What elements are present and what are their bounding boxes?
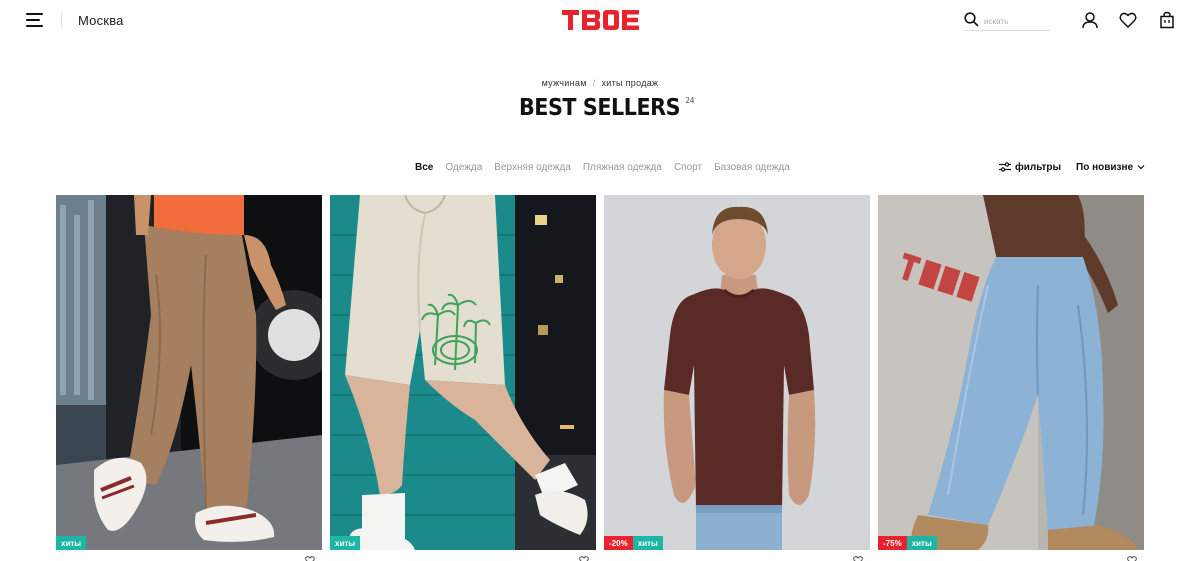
filters-button[interactable]: фильтры [999, 162, 1061, 173]
hit-badge: хиты [906, 536, 937, 550]
user-icon[interactable] [1081, 11, 1099, 29]
favorite-icon[interactable] [853, 556, 863, 561]
heart-icon[interactable] [1119, 11, 1137, 29]
page-heading: BEST SELLERS 24 [0, 95, 1200, 121]
product-card[interactable]: хиты [330, 195, 596, 550]
badge-group: -20% хиты [604, 536, 663, 550]
product-card[interactable]: -75% хиты [878, 195, 1144, 550]
product-image [56, 195, 322, 550]
site-header: Москва [0, 0, 1200, 44]
sort-dropdown[interactable]: По новизне [1076, 162, 1145, 173]
page-title: BEST SELLERS 24 [519, 95, 695, 121]
filters-label: фильтры [1015, 162, 1062, 173]
tab-basics[interactable]: Базовая одежда [714, 162, 790, 176]
tab-outerwear[interactable]: Верхняя одежда [494, 162, 571, 176]
tab-clothing[interactable]: Одежда [445, 162, 482, 176]
discount-badge: -75% [878, 536, 907, 550]
badge-group: хиты [330, 536, 361, 550]
product-card[interactable]: -20% хиты [604, 195, 870, 550]
tab-sport[interactable]: Спорт [674, 162, 702, 176]
breadcrumb: мужчинам / хиты продаж [0, 78, 1200, 88]
badge-group: хиты [56, 536, 87, 550]
favorite-icon[interactable] [579, 556, 589, 561]
product-image [878, 195, 1144, 550]
sliders-icon [999, 162, 1011, 172]
tab-all[interactable]: Все [415, 162, 433, 176]
hit-badge: хиты [330, 536, 361, 550]
search-input[interactable] [984, 14, 1048, 28]
search-box[interactable] [964, 12, 1050, 31]
product-card[interactable]: хиты [56, 195, 322, 550]
favorite-icon[interactable] [1127, 556, 1137, 561]
discount-badge: -20% [604, 536, 633, 550]
breadcrumb-separator: / [592, 78, 596, 88]
breadcrumb-item-bestsellers[interactable]: хиты продаж [602, 78, 659, 88]
chevron-down-icon [1137, 165, 1145, 170]
product-count: 24 [685, 96, 695, 105]
menu-icon[interactable] [26, 13, 43, 27]
header-divider [61, 13, 62, 27]
city-selector[interactable]: Москва [78, 13, 124, 28]
tab-beachwear[interactable]: Пляжная одежда [583, 162, 662, 176]
breadcrumb-item-men[interactable]: мужчинам [542, 78, 587, 88]
favorite-icon[interactable] [305, 556, 315, 561]
search-icon[interactable] [964, 12, 979, 27]
category-tabs: Все Одежда Верхняя одежда Пляжная одежда… [409, 162, 796, 176]
brand-logo[interactable] [562, 9, 640, 31]
cart-icon[interactable] [1158, 11, 1176, 29]
page-title-text: BEST SELLERS [519, 95, 681, 121]
hit-badge: хиты [56, 536, 87, 550]
product-image [330, 195, 596, 550]
product-image [604, 195, 870, 550]
badge-group: -75% хиты [878, 536, 937, 550]
sort-label: По новизне [1076, 162, 1134, 173]
hit-badge: хиты [632, 536, 663, 550]
